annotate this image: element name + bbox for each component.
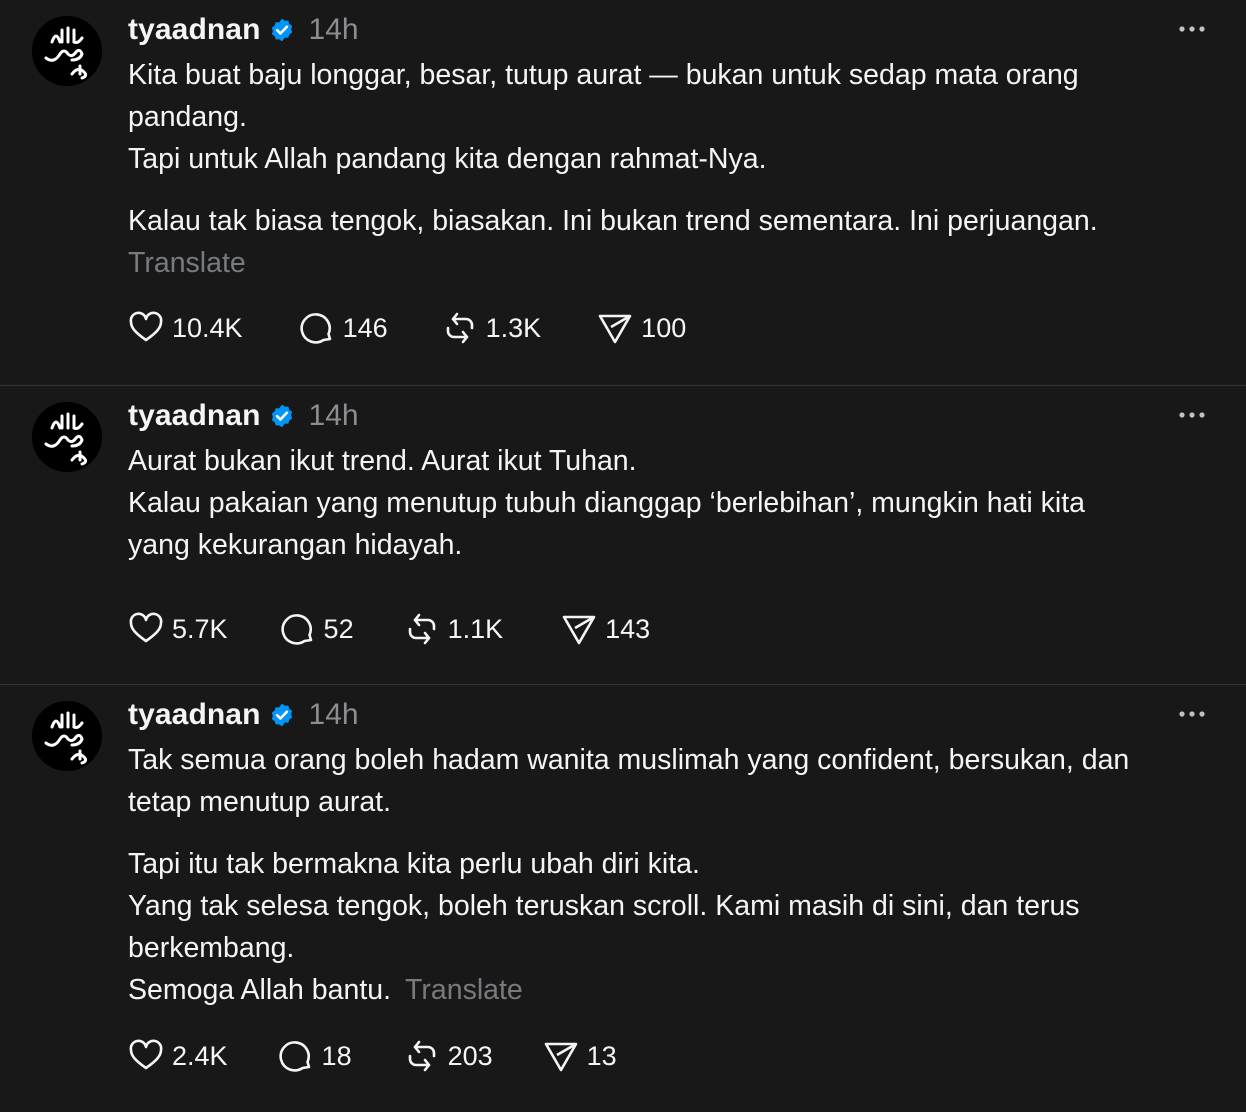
avatar[interactable] — [32, 701, 102, 771]
post-text-line: tetap menutup aurat. — [128, 786, 392, 818]
like-button[interactable]: 10.4K — [128, 310, 243, 346]
post-actions: 2.4K 18 203 13 — [128, 1038, 617, 1074]
repost-count: 1.1K — [447, 613, 504, 644]
post-time: 14h — [308, 399, 359, 432]
post-text-line: Yang tak selesa tengok, boleh teruskan s… — [128, 890, 1080, 922]
share-count: 143 — [605, 613, 651, 644]
more-options-icon[interactable] — [1178, 410, 1206, 420]
post: tyaadnan 14h Tak semua orang boleh hadam… — [0, 685, 1246, 1112]
post-text-line: Tak semua orang boleh hadam wanita musli… — [128, 744, 1130, 776]
repost-icon — [446, 312, 473, 344]
post-time: 14h — [308, 13, 359, 46]
avatar-calligraphy-icon — [32, 16, 102, 86]
reply-button[interactable]: 146 — [299, 310, 388, 346]
post-text-line: yang kekurangan hidayah. — [128, 529, 463, 561]
reply-button[interactable]: 18 — [278, 1038, 352, 1074]
repost-button[interactable]: 203 — [404, 1038, 493, 1074]
post-text-line: Tapi untuk Allah pandang kita dengan rah… — [128, 143, 767, 175]
post-header: tyaadnan 14h — [128, 396, 1206, 436]
reply-count: 52 — [323, 613, 354, 644]
repost-icon — [408, 1040, 435, 1072]
post-body: Kita buat baju longgar, besar, tutup aur… — [128, 54, 1206, 284]
repost-button[interactable]: 1.3K — [442, 310, 542, 346]
avatar[interactable] — [32, 16, 102, 86]
comment-icon — [299, 313, 331, 344]
like-button[interactable]: 2.4K — [128, 1038, 228, 1074]
username[interactable]: tyaadnan — [128, 399, 261, 433]
share-count: 100 — [641, 312, 687, 343]
repost-count: 203 — [447, 1040, 493, 1071]
heart-icon — [129, 311, 163, 342]
repost-count: 1.3K — [485, 312, 542, 343]
reply-count: 18 — [321, 1040, 352, 1071]
post-text-line: Aurat bukan ikut trend. Aurat ikut Tuhan… — [128, 445, 637, 477]
comment-icon — [280, 614, 312, 645]
post-text-line: pandang. — [128, 101, 247, 133]
comment-icon — [278, 1041, 310, 1072]
share-button[interactable]: 143 — [561, 611, 650, 647]
post-actions: 10.4K 146 1.3K 100 — [128, 310, 686, 346]
heart-icon — [129, 612, 163, 643]
verified-badge-icon — [269, 702, 295, 728]
post-time: 14h — [308, 698, 359, 731]
post: tyaadnan 14h Kita buat baju longgar, bes… — [0, 0, 1246, 386]
username[interactable]: tyaadnan — [128, 13, 261, 47]
send-icon — [598, 314, 632, 344]
post: tyaadnan 14h Aurat bukan ikut trend. Aur… — [0, 386, 1246, 685]
post-body: Tak semua orang boleh hadam wanita musli… — [128, 739, 1206, 1011]
post-text-line: Kalau pakaian yang menutup tubuh diangga… — [128, 487, 1086, 519]
like-button[interactable]: 5.7K — [128, 611, 228, 647]
like-count: 2.4K — [172, 1040, 228, 1071]
reply-button[interactable]: 52 — [280, 611, 354, 647]
avatar[interactable] — [32, 402, 102, 472]
avatar-calligraphy-icon — [32, 402, 102, 472]
post-text-segment: Semoga Allah bantu. — [128, 974, 392, 1006]
send-icon — [544, 1042, 577, 1072]
repost-icon — [408, 613, 435, 645]
repost-button[interactable]: 1.1K — [404, 611, 504, 647]
verified-badge-icon — [269, 403, 295, 429]
post-text-line: Semoga Allah bantu. Translate — [128, 969, 1206, 1011]
more-options-icon[interactable] — [1178, 24, 1206, 34]
translate-link[interactable]: Translate — [128, 242, 1206, 284]
share-button[interactable]: 13 — [543, 1038, 617, 1074]
post-body: Aurat bukan ikut trend. Aurat ikut Tuhan… — [128, 440, 1206, 566]
verified-badge-icon — [269, 17, 295, 43]
send-icon — [562, 615, 596, 645]
like-count: 5.7K — [172, 613, 228, 644]
post-actions: 5.7K 52 1.1K 143 — [128, 611, 650, 647]
post-header: tyaadnan 14h — [128, 695, 1206, 735]
more-options-icon[interactable] — [1178, 709, 1206, 719]
heart-icon — [129, 1039, 163, 1070]
like-count: 10.4K — [172, 312, 243, 343]
post-text-line: Tapi itu tak bermakna kita perlu ubah di… — [128, 848, 700, 880]
post-text-line: Kalau tak biasa tengok, biasakan. Ini bu… — [128, 205, 1098, 237]
post-header: tyaadnan 14h — [128, 10, 1206, 50]
translate-link[interactable]: Translate — [405, 974, 523, 1006]
share-button[interactable]: 100 — [597, 310, 686, 346]
threads-feed: tyaadnan 14h Kita buat baju longgar, bes… — [0, 0, 1246, 1112]
avatar-calligraphy-icon — [32, 701, 102, 771]
username[interactable]: tyaadnan — [128, 698, 261, 732]
post-text-line: Kita buat baju longgar, besar, tutup aur… — [128, 59, 1079, 91]
post-text-line: berkembang. — [128, 932, 295, 964]
reply-count: 146 — [342, 312, 388, 343]
share-count: 13 — [586, 1040, 617, 1071]
